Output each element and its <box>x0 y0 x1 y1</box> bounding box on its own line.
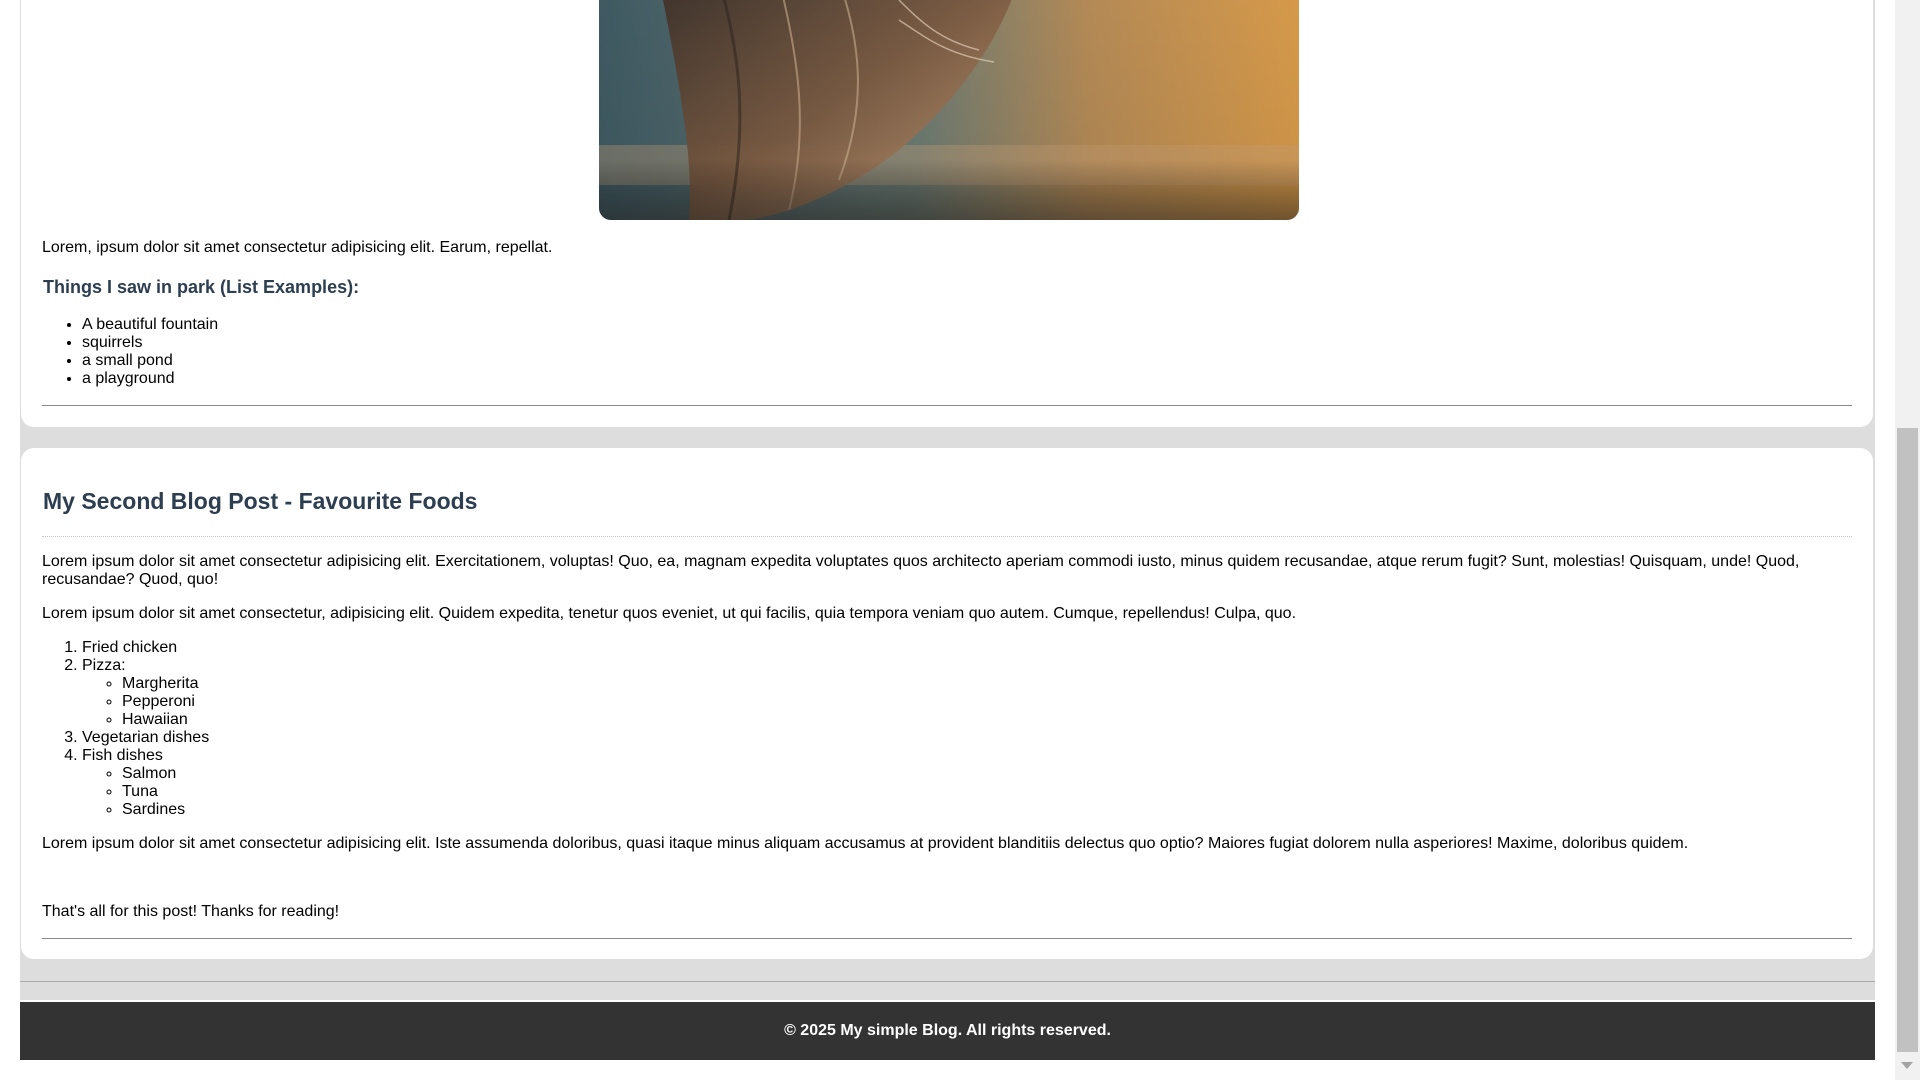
sublist-item: Margherita <box>122 675 209 693</box>
post-paragraph: Lorem ipsum dolor sit amet consectetur a… <box>42 553 1800 588</box>
list-item: A beautiful fountain <box>82 316 218 334</box>
list-item: a playground <box>82 370 218 388</box>
post-title: My Second Blog Post - Favourite Foods <box>43 488 478 514</box>
post-divider <box>42 405 1852 406</box>
list-item: squirrels <box>82 334 218 352</box>
list-item-label: Fish dishes <box>82 747 163 764</box>
blog-post-card: My Second Blog Post - Favourite Foods Lo… <box>21 448 1873 959</box>
list-item: a small pond <box>82 352 218 370</box>
footer-divider <box>20 981 1875 982</box>
list-heading: Things I saw in park (List Examples): <box>43 277 360 297</box>
post-paragraph: Lorem ipsum dolor sit amet consectetur a… <box>42 835 1689 852</box>
post-paragraph: Lorem, ipsum dolor sit amet consectetur … <box>42 239 553 256</box>
post-image-cat <box>599 0 1299 220</box>
sublist-item: Pepperoni <box>122 693 209 711</box>
scrollbar-thumb[interactable] <box>1897 428 1918 1052</box>
vertical-scrollbar[interactable] <box>1895 0 1920 1080</box>
closing-text: That's all for this post! Thanks for rea… <box>42 903 340 920</box>
title-divider <box>42 536 1852 537</box>
page-viewport: Lorem, ipsum dolor sit amet consectetur … <box>0 0 1895 1080</box>
post-divider <box>42 938 1852 939</box>
sublist-item: Tuna <box>122 783 209 801</box>
favourite-foods-list: Fried chicken Pizza: Margherita Pepperon… <box>42 639 209 819</box>
list-item: Vegetarian dishes <box>82 729 209 747</box>
copyright-text: © 2025 My simple Blog. All rights reserv… <box>784 1022 1111 1039</box>
sublist-item: Salmon <box>122 765 209 783</box>
list-item-label: Pizza: <box>82 657 126 674</box>
sublist-item: Hawaiian <box>122 711 209 729</box>
park-list: A beautiful fountain squirrels a small p… <box>42 316 218 388</box>
sublist-item: Sardines <box>122 801 209 819</box>
fish-sublist: Salmon Tuna Sardines <box>82 765 209 819</box>
list-item: Pizza: Margherita Pepperoni Hawaiian <box>82 657 209 729</box>
list-item: Fried chicken <box>82 639 209 657</box>
site-footer: © 2025 My simple Blog. All rights reserv… <box>20 1002 1875 1060</box>
scroll-down-arrow-icon[interactable] <box>1901 1062 1913 1069</box>
blog-post-card: Lorem, ipsum dolor sit amet consectetur … <box>21 0 1873 427</box>
list-item: Fish dishes Salmon Tuna Sardines <box>82 747 209 819</box>
pizza-sublist: Margherita Pepperoni Hawaiian <box>82 675 209 729</box>
post-paragraph: Lorem ipsum dolor sit amet consectetur, … <box>42 605 1297 622</box>
main-content: Lorem, ipsum dolor sit amet consectetur … <box>20 0 1875 1000</box>
